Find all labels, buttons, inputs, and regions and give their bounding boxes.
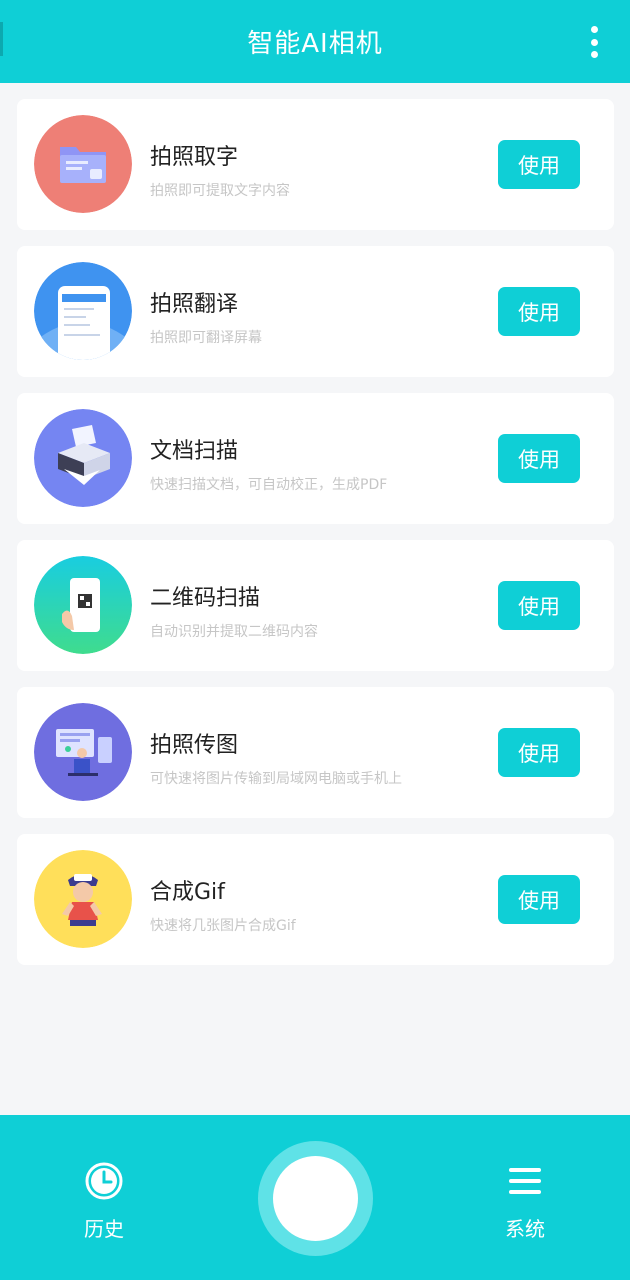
back-edge-indicator [0, 22, 3, 56]
feature-card-gif[interactable]: 合成Gif 快速将几张图片合成Gif 使用 [17, 834, 614, 965]
feature-description: 拍照即可翻译屏幕 [150, 330, 262, 346]
feature-name: 文档扫描 [150, 439, 239, 464]
history-label: 历史 [84, 1217, 124, 1241]
gif-character-icon [34, 850, 132, 948]
system-label: 系统 [505, 1217, 545, 1241]
feature-description: 可快速将图片传输到局域网电脑或手机上 [150, 771, 402, 787]
shutter-button[interactable] [273, 1156, 358, 1241]
system-tab[interactable]: 系统 [485, 1161, 565, 1242]
feature-card-text-extract[interactable]: 拍照取字 拍照即可提取文字内容 使用 [17, 99, 614, 230]
feature-name: 拍照翻译 [150, 292, 239, 317]
feature-description: 快速扫描文档，可自动校正，生成PDF [150, 477, 388, 493]
use-button[interactable]: 使用 [498, 581, 580, 630]
feature-card-document-scan[interactable]: 文档扫描 快速扫描文档，可自动校正，生成PDF 使用 [17, 393, 614, 524]
folder-document-icon [34, 115, 132, 213]
menu-icon [509, 1168, 541, 1194]
phone-translate-icon [34, 262, 132, 360]
feature-name: 合成Gif [150, 880, 225, 905]
app-title: 智能AI相机 [247, 29, 383, 59]
feature-description: 快速将几张图片合成Gif [150, 918, 296, 934]
clock-icon [85, 1162, 123, 1200]
feature-card-translate[interactable]: 拍照翻译 拍照即可翻译屏幕 使用 [17, 246, 614, 377]
printer-scan-icon [34, 409, 132, 507]
feature-list: 拍照取字 拍照即可提取文字内容 使用 拍照翻译 拍照即可翻译屏幕 使用 文档扫描… [17, 99, 614, 981]
feature-name: 二维码扫描 [150, 586, 261, 611]
use-button[interactable]: 使用 [498, 728, 580, 777]
top-bar: 智能AI相机 [0, 0, 630, 83]
use-button[interactable]: 使用 [498, 140, 580, 189]
feature-card-qr-scan[interactable]: 二维码扫描 自动识别并提取二维码内容 使用 [17, 540, 614, 671]
history-tab[interactable]: 历史 [64, 1161, 144, 1242]
use-button[interactable]: 使用 [498, 875, 580, 924]
feature-name: 拍照取字 [150, 145, 239, 170]
app-root: 智能AI相机 拍照取字 拍照即可提取文字内容 使用 拍照翻译 拍照即可翻译屏幕 … [0, 0, 630, 1280]
feature-description: 拍照即可提取文字内容 [150, 183, 290, 199]
feature-description: 自动识别并提取二维码内容 [150, 624, 318, 640]
computer-transfer-icon [34, 703, 132, 801]
use-button[interactable]: 使用 [498, 434, 580, 483]
use-button[interactable]: 使用 [498, 287, 580, 336]
feature-card-photo-transfer[interactable]: 拍照传图 可快速将图片传输到局域网电脑或手机上 使用 [17, 687, 614, 818]
qr-phone-icon [34, 556, 132, 654]
feature-name: 拍照传图 [150, 733, 239, 758]
more-menu-icon[interactable] [586, 26, 602, 58]
